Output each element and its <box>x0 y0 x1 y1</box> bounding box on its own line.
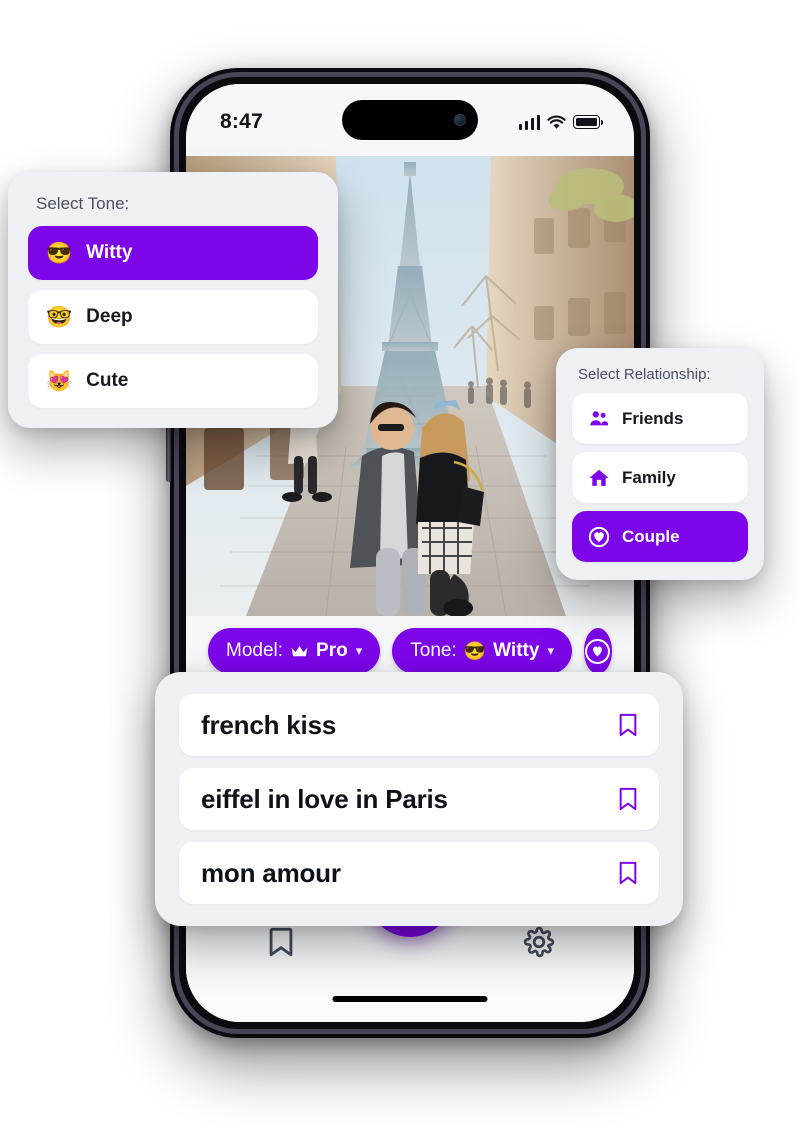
caption-row[interactable]: mon amour <box>179 842 659 904</box>
caption-text: mon amour <box>201 857 341 888</box>
nav-saved-bookmark-icon[interactable] <box>264 925 298 959</box>
relationship-option-friends[interactable]: Friends <box>572 393 748 444</box>
caption-row[interactable]: eiffel in love in Paris <box>179 768 659 830</box>
bookmark-icon[interactable] <box>617 786 639 812</box>
select-relationship-title: Select Relationship: <box>578 366 711 383</box>
cellular-signal-icon <box>518 114 540 130</box>
tone-option-witty[interactable]: 😎 Witty <box>28 226 318 280</box>
caption-text: french kiss <box>201 709 337 740</box>
tone-option-cute[interactable]: 😻 Cute <box>28 354 318 408</box>
heart-circle-icon <box>588 526 610 547</box>
relationship-option-couple[interactable]: Couple <box>572 511 748 562</box>
tone-pill-value: Witty <box>493 640 540 661</box>
battery-icon <box>573 115 603 129</box>
bookmark-icon[interactable] <box>617 712 639 738</box>
nav-settings-gear-icon[interactable] <box>522 925 556 959</box>
front-camera-icon <box>454 114 466 126</box>
status-bar: 8:47 <box>186 84 634 156</box>
caption-text: eiffel in love in Paris <box>201 783 448 814</box>
tone-selector-pill[interactable]: Tone: 😎 Witty ▾ <box>392 628 572 674</box>
relationship-option-label: Couple <box>622 526 680 546</box>
heart-glyph <box>593 646 603 657</box>
crown-icon <box>291 645 308 656</box>
tone-option-label: Cute <box>86 370 129 391</box>
relationship-option-label: Friends <box>622 408 684 428</box>
chevron-down-icon: ▾ <box>355 643 363 658</box>
tone-option-deep[interactable]: 🤓 Deep <box>28 290 318 344</box>
model-selector-pill[interactable]: Model: Pro ▾ <box>208 628 381 674</box>
relationship-option-family[interactable]: Family <box>572 452 748 503</box>
select-tone-panel: Select Tone: 😎 Witty 🤓 Deep 😻 Cute <box>8 172 338 428</box>
bookmark-icon[interactable] <box>617 860 639 886</box>
nerd-face-icon: 🤓 <box>46 305 73 329</box>
heart-icon <box>585 638 611 664</box>
tone-option-label: Witty <box>86 242 133 263</box>
tone-pill-label: Tone: <box>410 640 457 661</box>
sunglasses-face-icon: 😎 <box>46 241 73 265</box>
model-pill-label: Model: <box>226 640 284 661</box>
relationship-option-label: Family <box>622 467 676 487</box>
wifi-icon <box>547 115 566 129</box>
chevron-down-icon: ▾ <box>547 643 554 658</box>
heart-eyes-cat-icon: 😻 <box>46 369 73 393</box>
screenshot-root: 8:47 Model: Pro ▾ Tone: 😎 Witty ▾ Select… <box>0 0 800 1129</box>
tone-option-label: Deep <box>86 306 133 327</box>
select-relationship-panel: Select Relationship: Friends Family Coup <box>556 348 764 580</box>
home-indicator[interactable] <box>332 996 488 1002</box>
home-icon <box>589 469 609 486</box>
favorite-button[interactable] <box>583 628 612 674</box>
caption-row[interactable]: french kiss <box>179 694 659 756</box>
status-bar-time: 8:47 <box>220 110 263 133</box>
caption-suggestions-card: french kiss eiffel in love in Paris mon … <box>155 672 683 926</box>
select-tone-title: Select Tone: <box>36 194 130 213</box>
model-pill-value: Pro <box>316 640 348 661</box>
people-group-icon <box>590 410 608 425</box>
dynamic-island <box>342 100 478 140</box>
status-bar-indicators <box>518 114 603 130</box>
phone-volume-down-button[interactable] <box>166 420 171 482</box>
sunglasses-face-icon: 😎 <box>463 641 487 661</box>
